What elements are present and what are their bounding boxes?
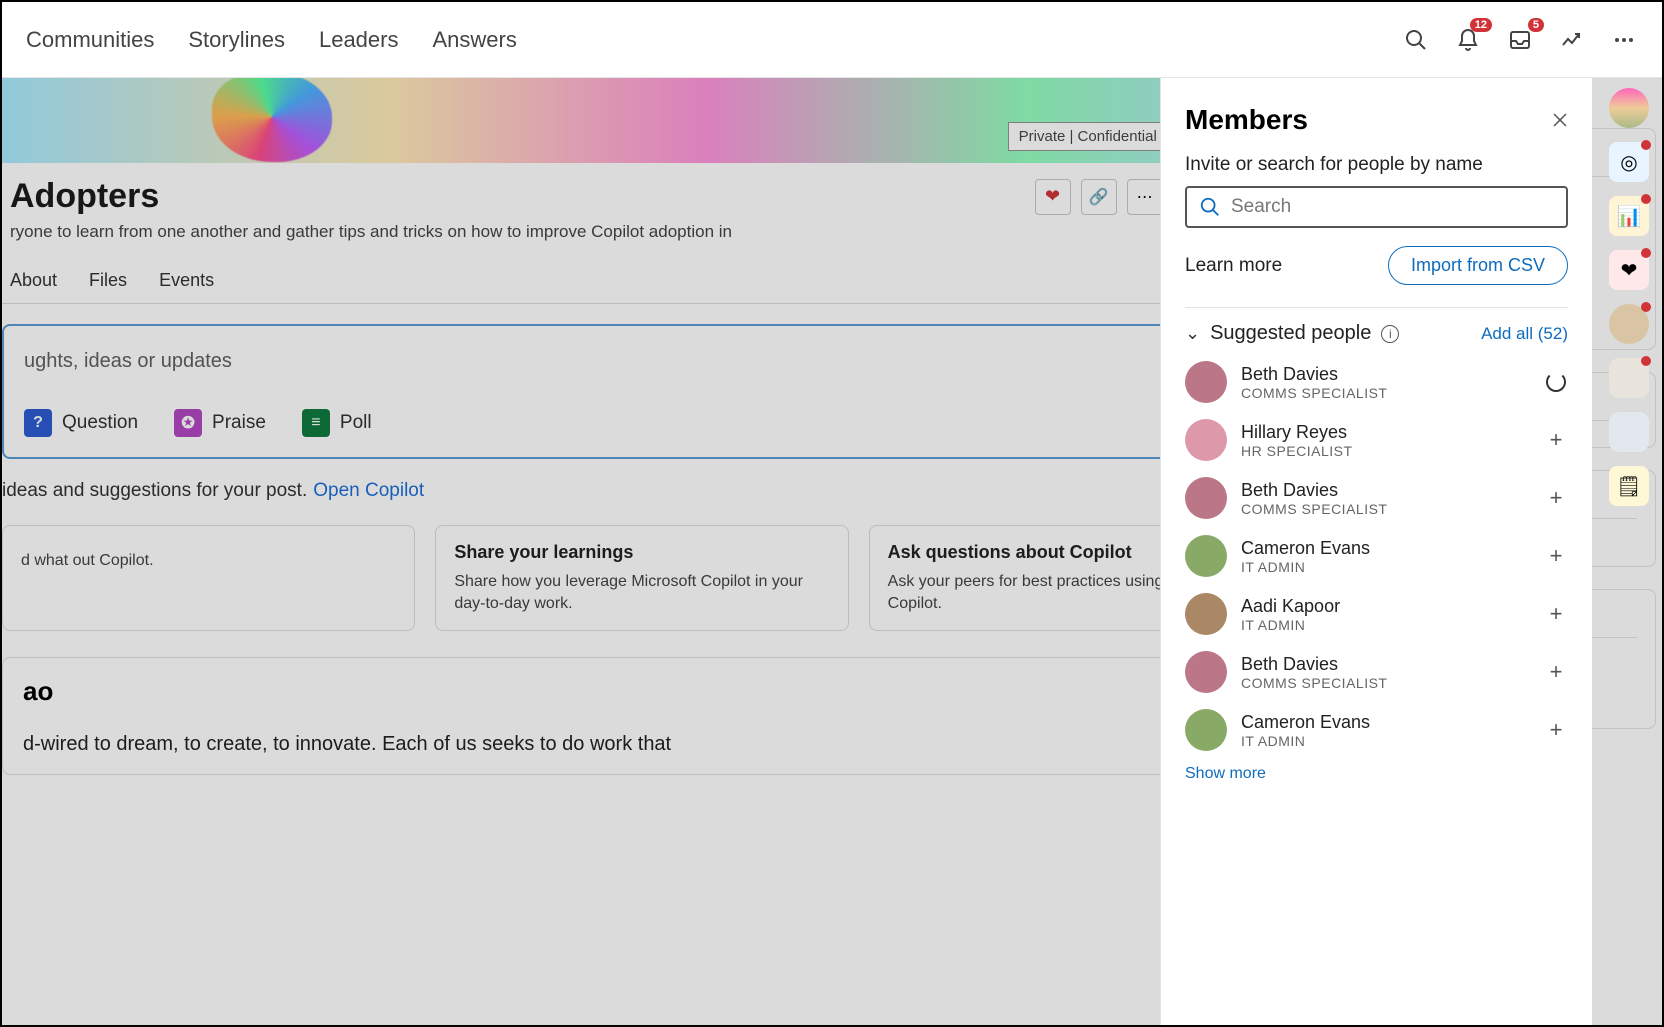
add-person-button[interactable]: + <box>1544 486 1568 510</box>
suggested-title: Suggested people <box>1210 322 1371 345</box>
close-button[interactable] <box>1552 112 1568 128</box>
avatar <box>1185 651 1227 693</box>
person-name: Cameron Evans <box>1241 538 1370 559</box>
search-input[interactable] <box>1231 196 1554 218</box>
person-row[interactable]: Beth DaviesCOMMS SPECIALIST + <box>1185 647 1568 697</box>
person-role: HR SPECIALIST <box>1241 443 1353 459</box>
person-role: COMMS SPECIALIST <box>1241 501 1387 517</box>
loading-spinner <box>1544 370 1568 394</box>
top-nav-tabs: Communities Storylines Leaders Answers <box>26 27 517 53</box>
nav-tab-leaders[interactable]: Leaders <box>319 27 399 53</box>
right-rail: ◎ 📊 ❤ 🗒 <box>1604 88 1654 506</box>
nav-tab-answers[interactable]: Answers <box>432 27 516 53</box>
add-all-button[interactable]: Add all (52) <box>1481 324 1568 344</box>
import-csv-button[interactable]: Import from CSV <box>1388 246 1568 285</box>
person-name: Beth Davies <box>1241 480 1387 501</box>
person-role: COMMS SPECIALIST <box>1241 675 1387 691</box>
members-panel: Members Invite or search for people by n… <box>1160 78 1592 1025</box>
avatar <box>1185 593 1227 635</box>
divider <box>1185 307 1568 308</box>
person-row[interactable]: Beth DaviesCOMMS SPECIALIST <box>1185 357 1568 407</box>
search-icon <box>1199 196 1221 218</box>
inbox-icon[interactable]: 5 <box>1506 26 1534 54</box>
person-info: Beth DaviesCOMMS SPECIALIST <box>1241 654 1387 691</box>
person-row[interactable]: Cameron EvansIT ADMIN + <box>1185 705 1568 755</box>
add-person-button[interactable]: + <box>1544 602 1568 626</box>
person-role: COMMS SPECIALIST <box>1241 385 1387 401</box>
top-nav: Communities Storylines Leaders Answers 1… <box>2 2 1662 78</box>
person-name: Cameron Evans <box>1241 712 1370 733</box>
person-name: Aadi Kapoor <box>1241 596 1340 617</box>
avatar <box>1185 709 1227 751</box>
add-person-button[interactable]: + <box>1544 660 1568 684</box>
person-row[interactable]: Aadi KapoorIT ADMIN + <box>1185 589 1568 639</box>
person-info: Aadi KapoorIT ADMIN <box>1241 596 1340 633</box>
rail-avatar[interactable] <box>1609 88 1649 128</box>
rail-avatar-2[interactable] <box>1609 304 1649 344</box>
info-icon[interactable]: i <box>1381 325 1399 343</box>
person-info: Beth DaviesCOMMS SPECIALIST <box>1241 364 1387 401</box>
person-info: Cameron EvansIT ADMIN <box>1241 712 1370 749</box>
avatar <box>1185 361 1227 403</box>
rail-app-presentations[interactable]: 📊 <box>1609 196 1649 236</box>
add-person-button[interactable]: + <box>1544 718 1568 742</box>
person-name: Beth Davies <box>1241 654 1387 675</box>
add-person-button[interactable]: + <box>1544 428 1568 452</box>
show-more-link[interactable]: Show more <box>1185 765 1266 783</box>
rail-app-group[interactable] <box>1609 358 1649 398</box>
analytics-icon[interactable] <box>1558 26 1586 54</box>
person-info: Cameron EvansIT ADMIN <box>1241 538 1370 575</box>
person-name: Beth Davies <box>1241 364 1387 385</box>
person-role: IT ADMIN <box>1241 733 1370 749</box>
person-row[interactable]: Hillary ReyesHR SPECIALIST + <box>1185 415 1568 465</box>
person-info: Hillary ReyesHR SPECIALIST <box>1241 422 1353 459</box>
inbox-badge: 5 <box>1528 18 1544 32</box>
suggested-people-list: Beth DaviesCOMMS SPECIALISTHillary Reyes… <box>1185 357 1568 755</box>
learn-more-link[interactable]: Learn more <box>1185 255 1282 277</box>
panel-subtitle: Invite or search for people by name <box>1185 154 1568 176</box>
search-icon[interactable] <box>1402 26 1430 54</box>
panel-title: Members <box>1185 104 1308 136</box>
avatar <box>1185 477 1227 519</box>
person-row[interactable]: Cameron EvansIT ADMIN + <box>1185 531 1568 581</box>
person-role: IT ADMIN <box>1241 617 1340 633</box>
avatar <box>1185 419 1227 461</box>
top-nav-right: 12 5 <box>1402 26 1638 54</box>
bell-icon[interactable]: 12 <box>1454 26 1482 54</box>
more-icon[interactable] <box>1610 26 1638 54</box>
add-person-button[interactable]: + <box>1544 544 1568 568</box>
rail-app-love[interactable]: ❤ <box>1609 250 1649 290</box>
person-name: Hillary Reyes <box>1241 422 1353 443</box>
rail-app-copilot[interactable]: ◎ <box>1609 142 1649 182</box>
person-info: Beth DaviesCOMMS SPECIALIST <box>1241 480 1387 517</box>
search-box[interactable] <box>1185 186 1568 228</box>
person-row[interactable]: Beth DaviesCOMMS SPECIALIST + <box>1185 473 1568 523</box>
nav-tab-communities[interactable]: Communities <box>26 27 154 53</box>
close-icon <box>1552 112 1568 128</box>
notif-badge: 12 <box>1470 18 1492 32</box>
rail-app-people[interactable] <box>1609 412 1649 452</box>
chevron-down-icon[interactable]: ⌄ <box>1185 323 1200 344</box>
nav-tab-storylines[interactable]: Storylines <box>188 27 285 53</box>
person-role: IT ADMIN <box>1241 559 1370 575</box>
rail-app-notes[interactable]: 🗒 <box>1609 466 1649 506</box>
avatar <box>1185 535 1227 577</box>
